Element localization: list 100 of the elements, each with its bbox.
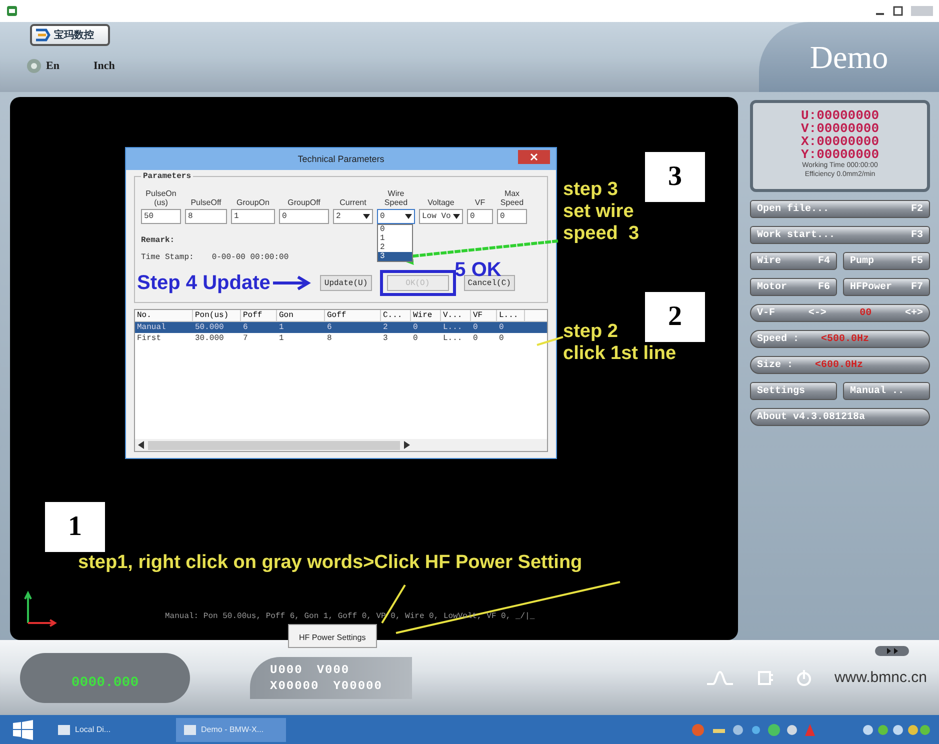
dropdown-option[interactable]: 3 bbox=[378, 252, 412, 261]
menu-item[interactable]: Inch bbox=[93, 60, 115, 72]
table-cell-text: 7 bbox=[242, 333, 249, 344]
field-label: Wire Speed bbox=[383, 189, 409, 207]
menu-item[interactable]: En bbox=[46, 60, 60, 72]
table-cell-text: 6 bbox=[242, 322, 249, 333]
column-header[interactable]: C... bbox=[381, 310, 411, 321]
scroll-right-icon[interactable] bbox=[404, 441, 410, 449]
table-cell-text: 30.000 bbox=[194, 333, 225, 344]
control-value: 00 bbox=[860, 308, 872, 318]
website-link[interactable]: www.bmnc.cn bbox=[834, 669, 927, 686]
table-cell-text: 0 bbox=[472, 333, 479, 344]
dialog-button[interactable]: Update(U) bbox=[320, 275, 372, 291]
column-header[interactable]: L... bbox=[497, 310, 525, 321]
table-cell-text: 6 bbox=[326, 322, 333, 333]
key-hint: F4 bbox=[818, 256, 830, 266]
column-header[interactable]: Poff bbox=[241, 310, 277, 321]
table-cell-text: First bbox=[136, 333, 162, 344]
dropdown-arrow-icon bbox=[363, 214, 370, 219]
input-field[interactable]: 0 bbox=[279, 209, 329, 224]
close-icon bbox=[530, 153, 538, 161]
combo-box[interactable]: 0 bbox=[377, 209, 415, 224]
list-row[interactable]: Manual 50.000 6 1 6 2 0 L... 0 0 bbox=[135, 322, 547, 333]
button-label: Work start... bbox=[757, 230, 836, 240]
control-value: <500.0Hz bbox=[821, 334, 870, 344]
column-header[interactable]: Goff bbox=[325, 310, 381, 321]
taskbar-button[interactable]: Local Di... bbox=[50, 718, 160, 742]
input-field[interactable]: 50 bbox=[141, 209, 181, 224]
window-icon bbox=[184, 724, 196, 734]
annotation-text: Step 4 Update bbox=[137, 272, 270, 294]
menu-item[interactable]: HF Power Settings bbox=[299, 633, 366, 642]
scroll-left-icon[interactable] bbox=[138, 441, 144, 449]
coordinate-text: V000 bbox=[316, 662, 350, 676]
field-label: GroupOn bbox=[236, 198, 270, 207]
remark-label: Remark: bbox=[141, 236, 175, 245]
table-cell-text: 0 bbox=[498, 333, 505, 344]
dialog-title: Technical Parameters bbox=[298, 154, 384, 164]
axis-icon bbox=[22, 589, 58, 627]
column-header[interactable]: Pon(us) bbox=[193, 310, 241, 321]
field-label: Voltage bbox=[426, 198, 456, 207]
table-cell-text: 50.000 bbox=[194, 322, 225, 333]
dropdown-arrow-icon bbox=[405, 214, 412, 219]
field-label: PulseOff bbox=[190, 198, 222, 207]
maximize-icon[interactable] bbox=[893, 6, 903, 16]
logo-text: 宝玛数控 bbox=[54, 28, 94, 42]
app-title: Demo bbox=[810, 38, 888, 76]
disc-icon[interactable] bbox=[26, 58, 42, 74]
table-cell-text: Manual bbox=[136, 322, 167, 333]
column-header[interactable]: VF bbox=[471, 310, 497, 321]
leader-line bbox=[536, 336, 564, 346]
control-label: Speed : bbox=[757, 334, 800, 344]
column-header[interactable]: Wire bbox=[411, 310, 441, 321]
button-label: HFPower bbox=[850, 282, 892, 292]
system-tray-icons[interactable] bbox=[861, 722, 931, 736]
axis-counter: U:00000000 bbox=[800, 109, 879, 122]
close-button[interactable] bbox=[518, 150, 550, 164]
step-number: 1 bbox=[45, 502, 105, 552]
table-cell-text: 0 bbox=[498, 322, 505, 333]
input-field[interactable]: 0 bbox=[467, 209, 493, 224]
field-label: PulseOn (us) bbox=[144, 189, 178, 207]
table-cell-text: 8 bbox=[326, 333, 333, 344]
button-label: Open file... bbox=[757, 204, 830, 214]
axis-counter: Y:00000000 bbox=[800, 148, 879, 161]
table-cell-text: 0 bbox=[412, 333, 419, 344]
table-cell-text: 1 bbox=[278, 333, 285, 344]
dropdown-option[interactable]: 2 bbox=[378, 243, 412, 252]
annotation-text: step 3 set wire speed 3 bbox=[563, 179, 640, 245]
combo-box[interactable]: 2 bbox=[333, 209, 373, 224]
input-field[interactable]: 0 bbox=[497, 209, 527, 224]
axis-counter: X:00000000 bbox=[800, 135, 879, 148]
column-header[interactable]: V... bbox=[441, 310, 471, 321]
table-cell-text: 3 bbox=[382, 333, 389, 344]
coordinate-text: U000 bbox=[270, 662, 303, 676]
key-hint: F6 bbox=[818, 282, 830, 292]
input-field[interactable]: 1 bbox=[231, 209, 275, 224]
dialog-button[interactable]: Cancel(C) bbox=[464, 275, 515, 291]
control-label: V-F bbox=[757, 308, 776, 318]
column-header[interactable]: No. bbox=[135, 310, 193, 321]
start-icon[interactable] bbox=[12, 720, 34, 740]
field-label: Current bbox=[338, 198, 368, 207]
readout-value: 0000.000 bbox=[71, 674, 139, 690]
table-cell-text: 2 bbox=[382, 322, 389, 333]
list-row[interactable]: First 30.000 7 1 8 3 0 L... 0 0 bbox=[135, 333, 547, 344]
key-hint: F7 bbox=[910, 282, 923, 292]
table-cell-text: L... bbox=[442, 322, 464, 333]
combo-box[interactable]: Low Vo bbox=[419, 209, 463, 224]
dropdown-option[interactable]: 0 bbox=[378, 225, 412, 234]
annotation-text: step1, right click on gray words>Click HF Power Setting bbox=[78, 552, 582, 574]
input-field[interactable]: 8 bbox=[185, 209, 227, 224]
horizontal-scrollbar[interactable] bbox=[135, 439, 547, 451]
dropdown-option[interactable]: 1 bbox=[378, 234, 412, 243]
axis-counter: V:00000000 bbox=[800, 122, 879, 135]
dropdown-arrow-icon bbox=[453, 214, 460, 219]
column-header[interactable]: Gon bbox=[277, 310, 325, 321]
scroll-thumb[interactable] bbox=[148, 440, 400, 450]
table-cell-text: 0 bbox=[412, 322, 419, 333]
step-number: 3 bbox=[645, 152, 705, 202]
expand-button[interactable] bbox=[875, 646, 909, 656]
key-hint: F3 bbox=[910, 230, 923, 240]
button-label: Motor bbox=[757, 282, 788, 292]
